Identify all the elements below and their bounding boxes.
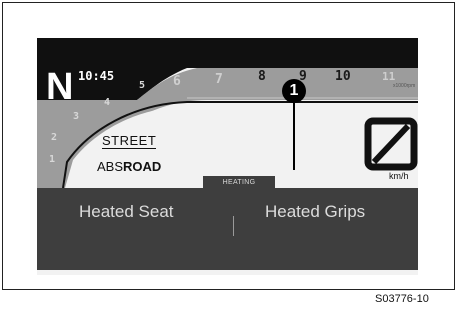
heated-grips-option[interactable]: Heated Grips <box>265 202 365 222</box>
abs-mode-value: ROAD <box>123 159 162 174</box>
tach-label-5: 5 <box>139 80 146 91</box>
abs-mode-label: ABSROAD <box>97 159 161 174</box>
clock-readout: 10:45 <box>78 69 115 83</box>
speed-unit: km/h <box>389 171 409 181</box>
tach-label-8: 8 <box>258 69 266 84</box>
menu-separator <box>233 216 234 236</box>
figure-code: S03776-10 <box>375 293 429 305</box>
ride-mode-label: STREET <box>102 133 157 149</box>
tach-label-6: 6 <box>173 74 181 89</box>
tach-label-2: 2 <box>51 132 58 143</box>
heated-seat-option[interactable]: Heated Seat <box>79 202 174 222</box>
callout-leader-line <box>293 103 295 170</box>
tach-label-3: 3 <box>73 111 80 122</box>
tach-label-1: 1 <box>49 154 56 165</box>
heating-menu-panel: Heated Seat Heated Grips <box>37 188 418 270</box>
tach-label-7: 7 <box>215 72 223 87</box>
dashboard-screen: N 10:45 6 7 8 9 10 11 x1000rpm 1 2 3 4 5… <box>37 38 418 275</box>
tach-label-4: 4 <box>104 97 111 108</box>
gear-indicator: N <box>46 66 74 108</box>
tach-label-11: 11 <box>382 70 396 83</box>
rpm-unit: x1000rpm <box>393 83 416 89</box>
top-band <box>37 38 418 68</box>
heating-tab[interactable]: HEATING <box>203 176 275 188</box>
tach-label-10: 10 <box>335 69 351 84</box>
callout-marker: 1 <box>282 79 306 103</box>
abs-prefix: ABS <box>97 159 124 174</box>
